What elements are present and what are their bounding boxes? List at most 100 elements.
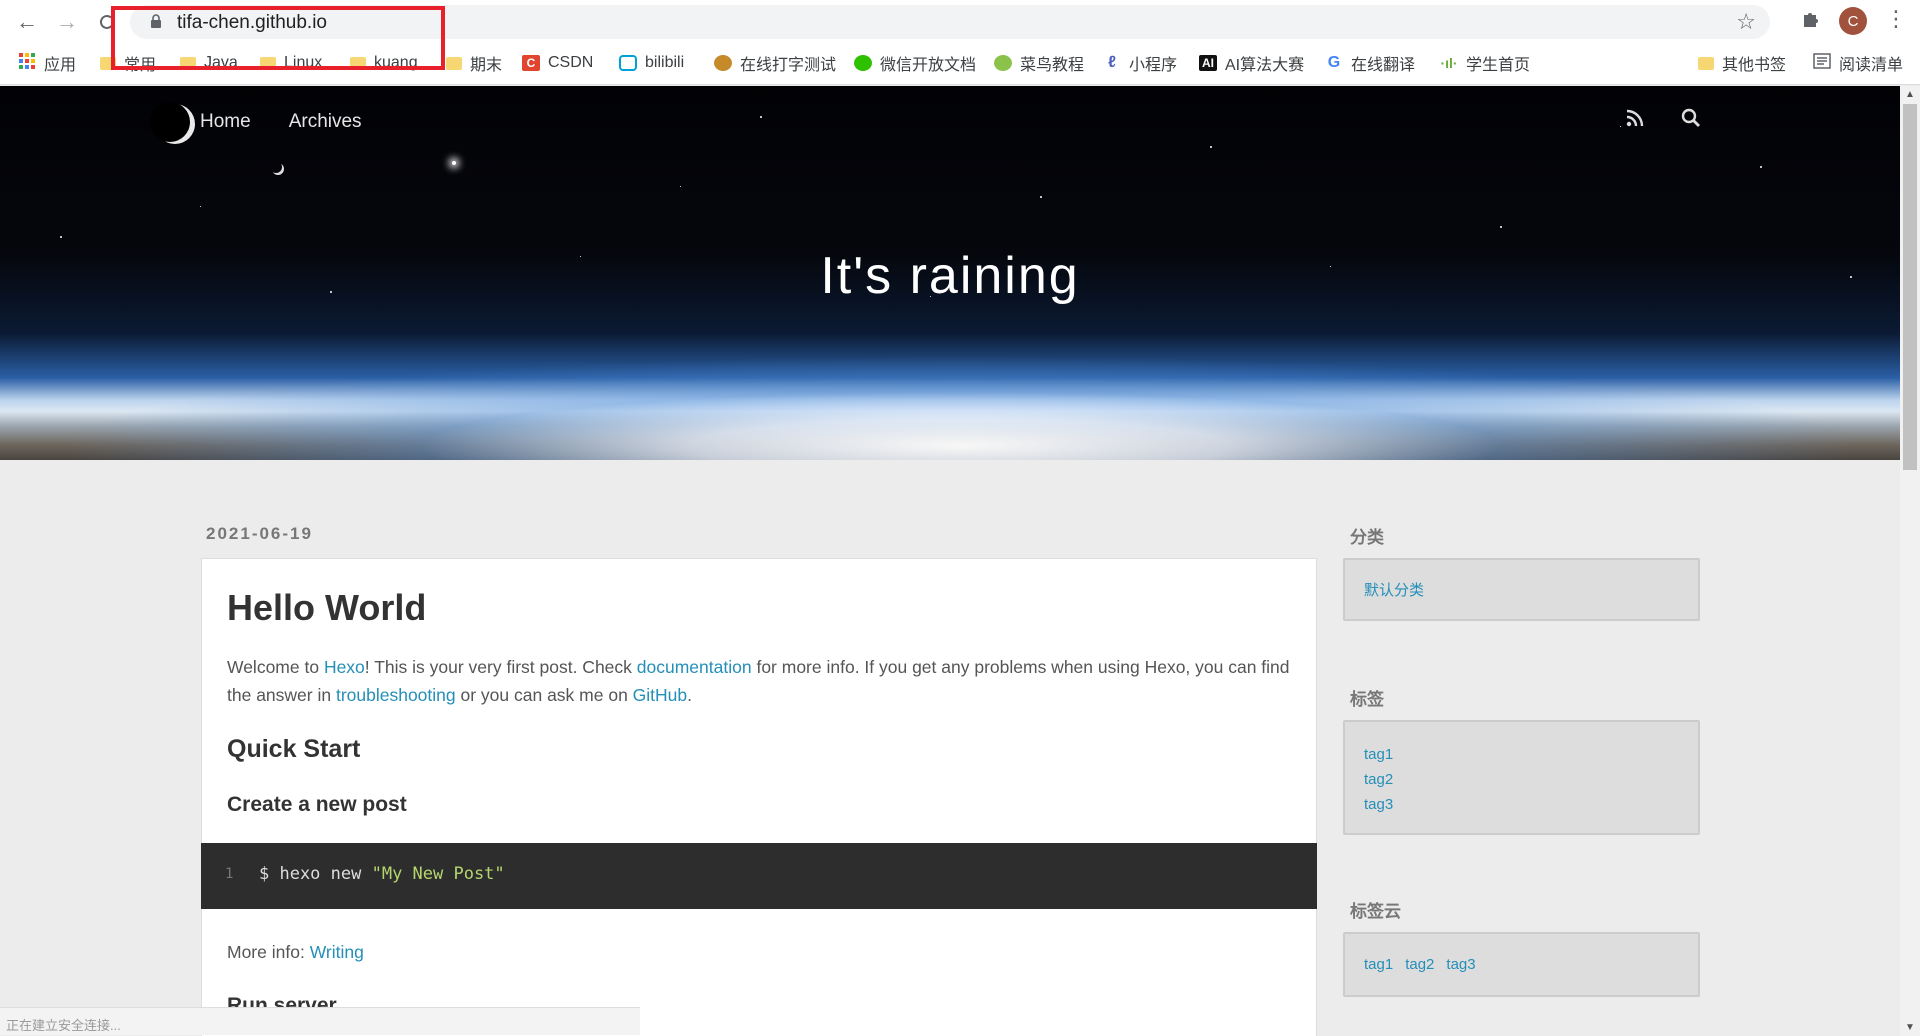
logo-moon-icon[interactable] bbox=[150, 102, 190, 142]
main-nav: Home Archives bbox=[200, 111, 362, 133]
bookmark-label: 其他书签 bbox=[1722, 57, 1787, 74]
browser-chrome: ← → tifa-chen.github.io ☆ C ⋮ 应用 常用 Java bbox=[0, 0, 1920, 85]
extensions-puzzle-icon[interactable] bbox=[1800, 9, 1822, 36]
heading-quick-start: Quick Start bbox=[227, 735, 361, 763]
miniprogram-icon: ℓ bbox=[1108, 54, 1116, 71]
nav-home-link[interactable]: Home bbox=[200, 111, 251, 133]
bookmark-wechat-docs[interactable]: 微信开放文档 bbox=[854, 49, 976, 77]
bookmark-bilibili[interactable]: bilibili bbox=[619, 49, 684, 77]
bookmark-folder-java[interactable]: Java bbox=[180, 49, 238, 77]
bookmark-translate[interactable]: G 在线翻译 bbox=[1325, 49, 1415, 77]
tagcloud-widget: tag1 tag2 tag3 bbox=[1343, 932, 1700, 997]
csdn-icon: C bbox=[522, 55, 540, 71]
browser-menu-icon[interactable]: ⋮ bbox=[1885, 6, 1907, 32]
bookmark-miniprogram[interactable]: ℓ 小程序 bbox=[1103, 49, 1177, 77]
bookmark-student-home[interactable]: ·ıl· 学生首页 bbox=[1440, 49, 1530, 77]
tags-widget: tag1 tag2 tag3 bbox=[1343, 720, 1700, 835]
bookmark-apps[interactable]: 应用 bbox=[18, 49, 76, 77]
address-bar[interactable]: tifa-chen.github.io ☆ bbox=[130, 5, 1770, 39]
bookmark-label: 在线翻译 bbox=[1351, 57, 1416, 74]
profile-avatar[interactable]: C bbox=[1839, 7, 1867, 35]
bookmark-label: bilibili bbox=[645, 54, 685, 71]
documentation-link[interactable]: documentation bbox=[637, 657, 752, 677]
bookmark-runoob[interactable]: 菜鸟教程 bbox=[994, 49, 1084, 77]
student-home-icon: ·ıl· bbox=[1440, 55, 1458, 71]
tags-widget-title: 标签 bbox=[1350, 690, 1384, 709]
bookmark-folder-final[interactable]: 期末 bbox=[446, 49, 502, 77]
github-link[interactable]: GitHub bbox=[633, 685, 687, 705]
bookmark-csdn[interactable]: C CSDN bbox=[522, 49, 593, 77]
tagcloud-link[interactable]: tag1 bbox=[1364, 956, 1393, 973]
rss-icon[interactable] bbox=[1626, 109, 1644, 132]
code-command: $ hexo new bbox=[259, 864, 372, 884]
bookmark-label: 学生首页 bbox=[1466, 57, 1531, 74]
avatar-letter: C bbox=[1847, 12, 1859, 30]
bookmark-label: 应用 bbox=[44, 57, 77, 74]
search-icon[interactable] bbox=[1681, 108, 1701, 133]
tag-link[interactable]: tag1 bbox=[1364, 742, 1679, 767]
writing-link[interactable]: Writing bbox=[310, 942, 364, 962]
forward-arrow-icon[interactable]: → bbox=[52, 7, 82, 37]
hexo-link[interactable]: Hexo bbox=[324, 657, 365, 677]
tagcloud-link[interactable]: tag3 bbox=[1446, 956, 1475, 973]
bookmark-other[interactable]: 其他书签 bbox=[1698, 49, 1786, 77]
folder-icon bbox=[1698, 56, 1714, 70]
bookmark-label: Java bbox=[204, 54, 238, 71]
nav-archives-link[interactable]: Archives bbox=[289, 111, 362, 133]
scrollbar-thumb[interactable] bbox=[1903, 104, 1917, 470]
bookmark-label: kuang bbox=[374, 54, 418, 71]
bookmark-label: AI算法大赛 bbox=[1225, 57, 1305, 74]
bookmark-label: 常用 bbox=[124, 57, 157, 74]
folder-icon bbox=[180, 56, 196, 70]
bookmark-ai-contest[interactable]: AI AI算法大赛 bbox=[1199, 49, 1304, 77]
browser-status-bar: 正在建立安全连接... bbox=[0, 1007, 640, 1035]
folder-icon bbox=[260, 56, 276, 70]
code-line: $ hexo new "My New Post" bbox=[259, 864, 505, 884]
troubleshooting-link[interactable]: troubleshooting bbox=[336, 685, 456, 705]
post-title[interactable]: Hello World bbox=[227, 587, 426, 629]
site-title[interactable]: It's raining bbox=[0, 246, 1900, 306]
bookmark-label: 期末 bbox=[470, 57, 503, 74]
post-date[interactable]: 2021-06-19 bbox=[206, 524, 313, 544]
bookmark-label: 菜鸟教程 bbox=[1020, 57, 1085, 74]
runoob-icon bbox=[994, 55, 1012, 71]
tag-link[interactable]: tag3 bbox=[1364, 792, 1679, 817]
bilibili-icon bbox=[619, 55, 637, 71]
small-moon-decoration bbox=[270, 161, 282, 173]
categories-widget-title: 分类 bbox=[1350, 528, 1384, 547]
lock-icon[interactable] bbox=[150, 14, 162, 34]
scroll-up-arrow-icon[interactable]: ▲ bbox=[1905, 89, 1915, 100]
post-intro-paragraph: Welcome to Hexo! This is your very first… bbox=[227, 653, 1297, 709]
more-info-line: More info: Writing bbox=[227, 942, 364, 963]
wechat-icon bbox=[854, 55, 872, 71]
page-scrollbar[interactable]: ▲ ▼ bbox=[1900, 86, 1920, 1036]
bookmark-label: 微信开放文档 bbox=[880, 57, 977, 74]
tagcloud-link[interactable]: tag2 bbox=[1405, 956, 1434, 973]
bookmark-label: 小程序 bbox=[1129, 57, 1178, 74]
bookmark-label: 阅读清单 bbox=[1839, 57, 1904, 74]
bookmark-star-icon[interactable]: ☆ bbox=[1736, 9, 1756, 35]
code-string: "My New Post" bbox=[371, 864, 505, 884]
url-text[interactable]: tifa-chen.github.io bbox=[177, 12, 327, 34]
folder-icon bbox=[100, 56, 116, 70]
folder-icon bbox=[350, 56, 366, 70]
intro-text: . bbox=[687, 685, 693, 705]
tagcloud-widget-title: 标签云 bbox=[1350, 902, 1401, 921]
tag-link[interactable]: tag2 bbox=[1364, 767, 1679, 792]
post-article: Hello World Welcome to Hexo! This is you… bbox=[201, 558, 1317, 1036]
bookmark-folder-common[interactable]: 常用 bbox=[100, 49, 156, 77]
category-link[interactable]: 默认分类 bbox=[1364, 578, 1679, 603]
scroll-down-arrow-icon[interactable]: ▼ bbox=[1905, 1022, 1915, 1033]
bookmark-label: 在线打字测试 bbox=[740, 57, 837, 74]
back-arrow-icon[interactable]: ← bbox=[12, 7, 42, 37]
bookmark-folder-kuang[interactable]: kuang bbox=[350, 49, 418, 77]
intro-text: ! This is your very first post. Check bbox=[364, 657, 637, 677]
bookmark-folder-linux[interactable]: Linux bbox=[260, 49, 322, 77]
code-block: 1 $ hexo new "My New Post" bbox=[201, 843, 1317, 909]
bookmark-label: CSDN bbox=[548, 54, 594, 71]
bookmark-typing-test[interactable]: 在线打字测试 bbox=[714, 49, 836, 77]
intro-text: Welcome to bbox=[227, 657, 324, 677]
apps-grid-icon bbox=[18, 52, 36, 75]
reload-icon[interactable] bbox=[92, 7, 122, 37]
bookmark-reading-list[interactable]: 阅读清单 bbox=[1813, 49, 1903, 77]
